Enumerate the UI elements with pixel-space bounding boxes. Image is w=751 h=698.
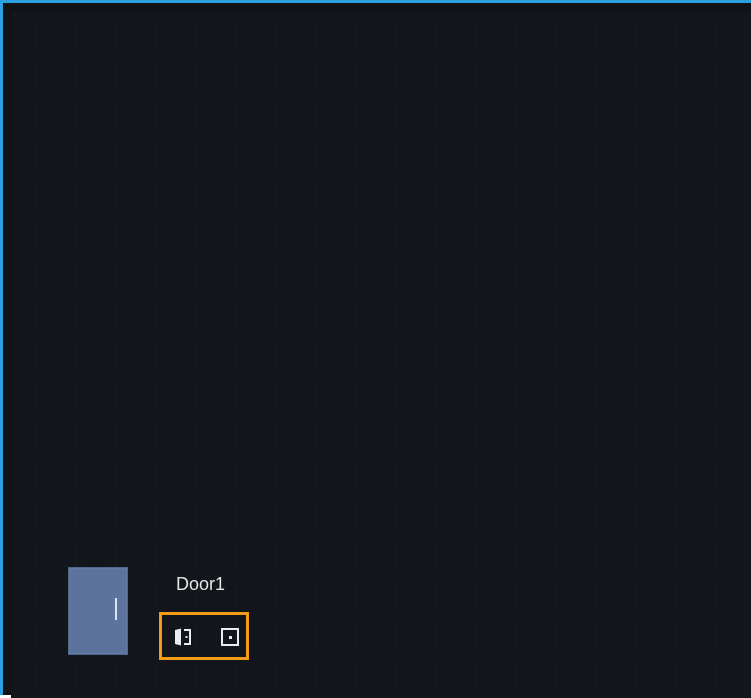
- door-handle: [115, 598, 117, 620]
- door-close-icon[interactable]: [220, 627, 240, 647]
- door-controls-group: [159, 612, 249, 660]
- map-canvas[interactable]: Door1: [11, 11, 751, 698]
- door-name-label: Door1: [176, 574, 226, 594]
- map-view-frame: Door1: [0, 0, 751, 698]
- door-icon[interactable]: [68, 567, 128, 655]
- door-open-icon[interactable]: [173, 627, 193, 647]
